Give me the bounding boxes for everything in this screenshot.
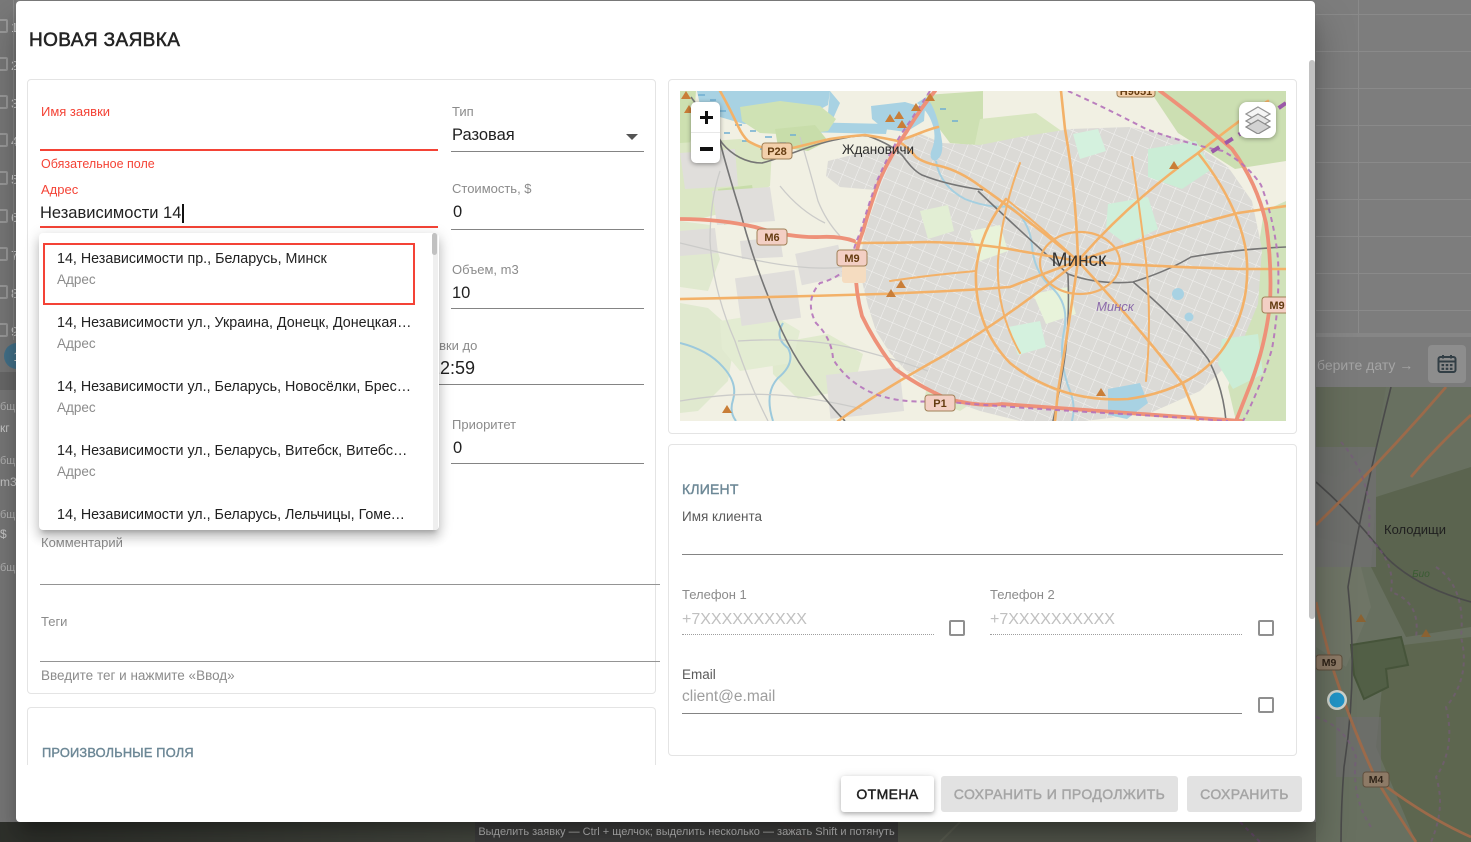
svg-text:Р28: Р28 <box>767 146 787 158</box>
svg-text:Минск: Минск <box>1096 299 1135 314</box>
svg-text:Био: Био <box>1412 569 1430 580</box>
svg-text:Колодищи: Колодищи <box>1384 522 1446 537</box>
svg-text:Ждановичи: Ждановичи <box>842 142 914 157</box>
svg-text:Р1: Р1 <box>933 398 946 410</box>
svg-text:М4: М4 <box>1369 774 1384 786</box>
svg-text:М9: М9 <box>1269 300 1284 312</box>
svg-text:Минск: Минск <box>1052 250 1107 271</box>
svg-text:М9: М9 <box>844 253 859 265</box>
svg-text:М9: М9 <box>1322 657 1337 669</box>
svg-text:М6: М6 <box>764 232 779 244</box>
svg-text:Н9051: Н9051 <box>1120 91 1152 98</box>
